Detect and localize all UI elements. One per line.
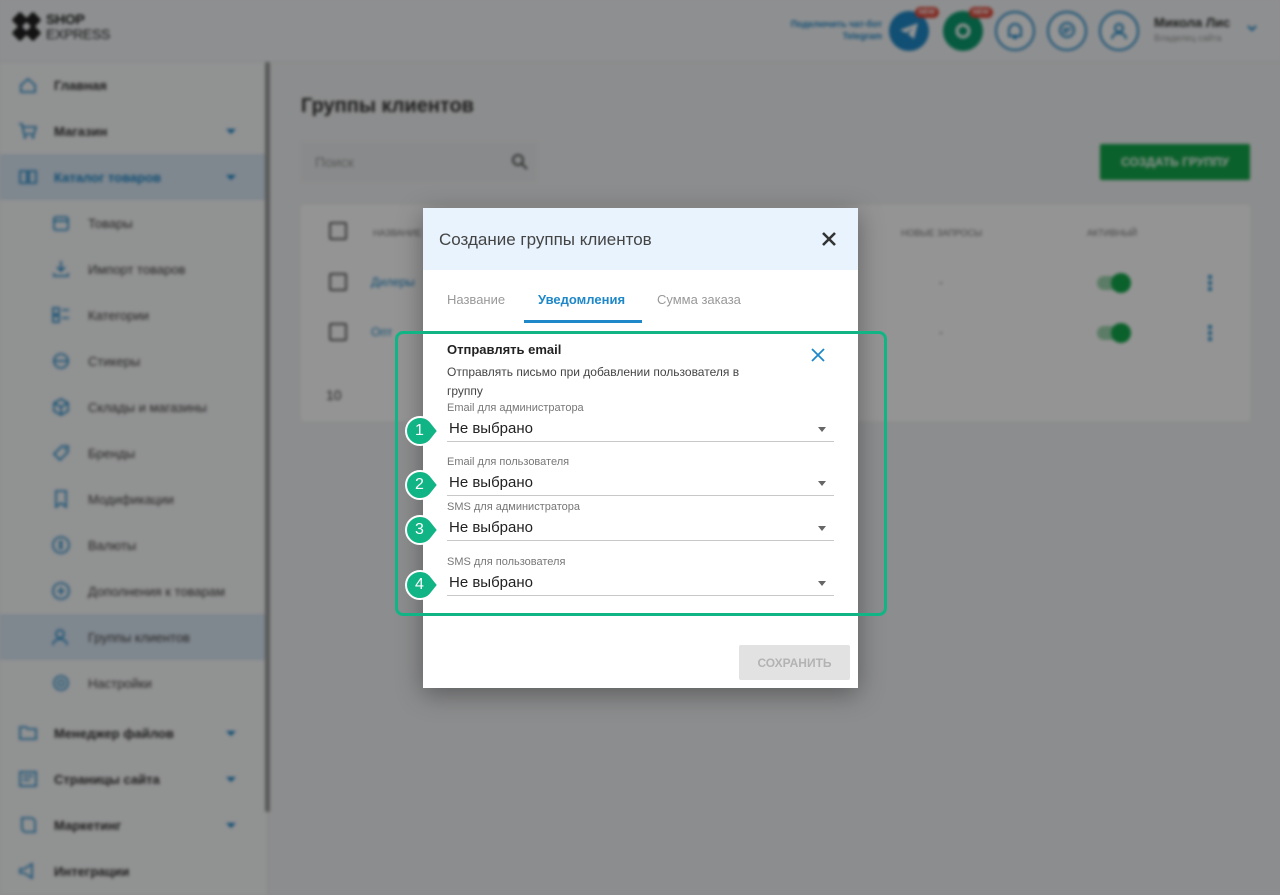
dropdown-arrow-icon <box>818 581 826 586</box>
active-tab-indicator <box>524 320 642 323</box>
select-value: Не выбрано <box>449 474 533 491</box>
dialog-header: Создание группы клиентов <box>423 208 858 270</box>
field-label: Email для пользователя <box>447 456 570 468</box>
tab-notifications[interactable]: Уведомления <box>538 292 625 307</box>
annotation-marker-2: 2 <box>405 469 439 501</box>
field-label: SMS для пользователя <box>447 556 566 568</box>
email-admin-select[interactable]: Не выбрано <box>447 418 834 442</box>
annotation-marker-1: 1 <box>405 415 439 447</box>
select-value: Не выбрано <box>449 420 533 437</box>
sms-admin-field: SMS для администратора Не выбрано <box>447 501 834 543</box>
close-icon[interactable] <box>819 229 839 249</box>
dropdown-arrow-icon <box>818 481 826 486</box>
field-label: Email для администратора <box>447 402 584 414</box>
sms-user-field: SMS для пользователя Не выбрано <box>447 556 834 598</box>
tab-name[interactable]: Название <box>447 292 505 307</box>
save-button[interactable]: СОХРАНИТЬ <box>739 645 850 680</box>
annotation-marker-3: 3 <box>405 514 439 546</box>
select-value: Не выбрано <box>449 519 533 536</box>
send-email-title: Отправлять email <box>447 342 562 357</box>
tab-order-sum[interactable]: Сумма заказа <box>657 292 741 307</box>
select-value: Не выбрано <box>449 574 533 591</box>
annotation-marker-4: 4 <box>405 569 439 601</box>
email-admin-field: Email для администратора Не выбрано <box>447 402 834 444</box>
close-icon[interactable] <box>810 347 826 363</box>
field-label: SMS для администратора <box>447 501 581 513</box>
dropdown-arrow-icon <box>818 526 826 531</box>
email-user-field: Email для пользователя Не выбрано <box>447 456 834 498</box>
dialog-title: Создание группы клиентов <box>439 230 652 249</box>
email-user-select[interactable]: Не выбрано <box>447 472 834 496</box>
sms-admin-select[interactable]: Не выбрано <box>447 517 834 541</box>
send-email-description: Отправлять письмо при добавлении пользов… <box>447 365 740 398</box>
sms-user-select[interactable]: Не выбрано <box>447 572 834 596</box>
dropdown-arrow-icon <box>818 427 826 432</box>
